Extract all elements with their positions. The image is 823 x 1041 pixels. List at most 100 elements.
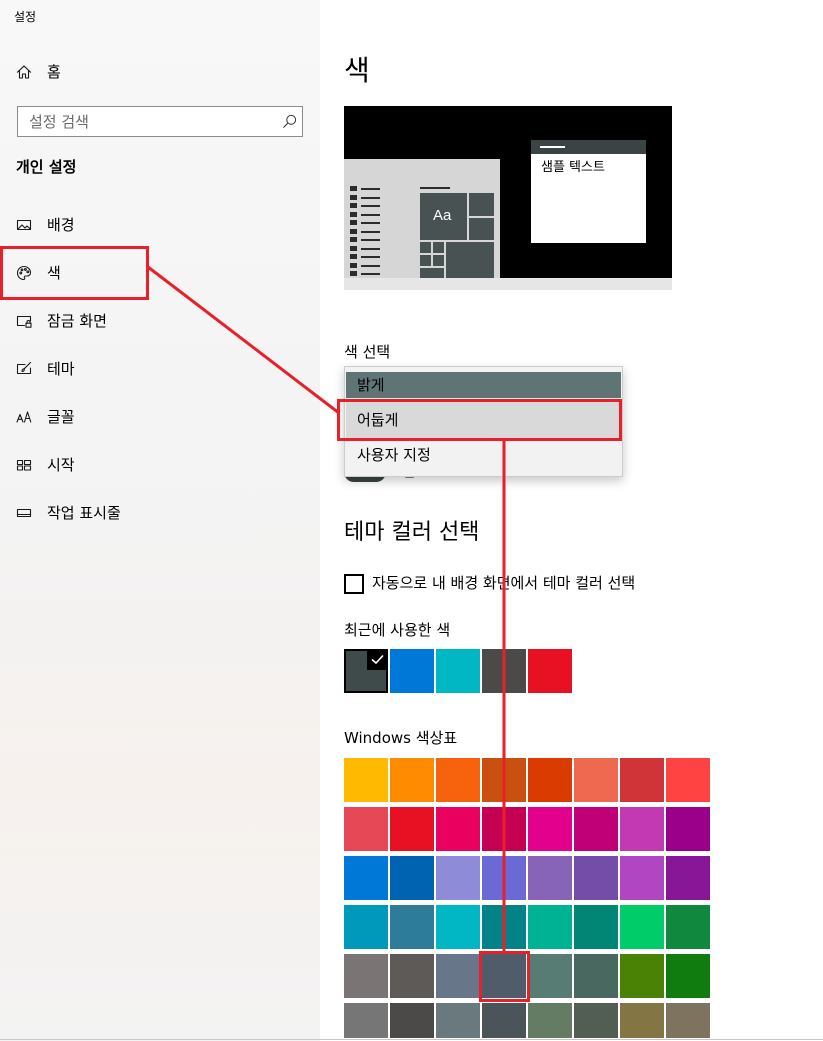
windows-palette-label: Windows 색상표 <box>344 729 458 747</box>
sidebar-item-taskbar[interactable]: 작업 표시줄 <box>0 489 320 537</box>
palette-swatch[interactable] <box>390 856 434 900</box>
sidebar-item-themes[interactable]: 테마 <box>0 345 320 393</box>
section-title: 개인 설정 <box>16 158 77 176</box>
preview-tile-text: Aa <box>433 207 452 224</box>
palette-swatch[interactable] <box>482 807 526 851</box>
search-box[interactable] <box>17 106 303 137</box>
sidebar-item-label: 테마 <box>47 360 75 378</box>
sidebar-item-label: 홈 <box>47 63 61 81</box>
palette-swatch[interactable] <box>344 807 388 851</box>
palette-swatch[interactable] <box>482 856 526 900</box>
palette-swatch[interactable] <box>436 905 480 949</box>
preview-menu-row <box>350 237 382 243</box>
dropdown-option-custom[interactable]: 사용자 지정 <box>346 440 621 472</box>
recent-color-swatch[interactable] <box>482 649 526 693</box>
preview-menu-row <box>350 254 382 260</box>
palette-swatch[interactable] <box>528 758 572 802</box>
sidebar-item-label: 잠금 화면 <box>47 312 107 330</box>
home-icon <box>16 64 32 80</box>
sidebar-item-background[interactable]: 배경 <box>0 201 320 249</box>
color-preview: Aa 샘플 텍스트 <box>344 106 672 290</box>
auto-accent-checkbox[interactable] <box>344 574 364 594</box>
palette-swatch[interactable] <box>390 1003 434 1038</box>
dropdown-option-light[interactable]: 밝게 <box>346 372 621 398</box>
palette-swatch[interactable] <box>574 905 618 949</box>
preview-menu-row <box>350 203 382 209</box>
preview-menu-row <box>350 194 382 201</box>
preview-tile <box>420 268 444 278</box>
palette-swatch[interactable] <box>482 954 526 998</box>
palette-swatch[interactable] <box>436 1003 480 1038</box>
palette-swatch[interactable] <box>482 1003 526 1038</box>
preview-tile <box>433 242 444 253</box>
palette-swatch[interactable] <box>436 758 480 802</box>
palette-swatch[interactable] <box>620 1003 664 1038</box>
preview-tile <box>420 242 431 253</box>
palette-icon <box>16 265 32 281</box>
palette-swatch[interactable] <box>482 905 526 949</box>
sidebar-item-lock-screen[interactable]: 잠금 화면 <box>0 297 320 345</box>
auto-accent-label[interactable]: 자동으로 내 배경 화면에서 테마 컬러 선택 <box>372 573 635 593</box>
search-input[interactable] <box>18 107 268 136</box>
palette-swatch[interactable] <box>620 807 664 851</box>
preview-menu-row <box>350 245 382 252</box>
palette-swatch[interactable] <box>390 758 434 802</box>
sidebar: 설정 홈 개인 설정 배경 색 잠금 화면 테마 <box>0 0 320 1041</box>
palette-swatch[interactable] <box>666 856 710 900</box>
palette-swatch[interactable] <box>528 1003 572 1038</box>
recent-color-swatch[interactable] <box>528 649 572 693</box>
sidebar-item-start[interactable]: 시작 <box>0 441 320 489</box>
palette-swatch[interactable] <box>344 905 388 949</box>
sidebar-item-color[interactable]: 색 <box>0 249 320 297</box>
palette-swatch[interactable] <box>390 905 434 949</box>
preview-menu-row <box>350 211 382 218</box>
recent-color-swatch[interactable] <box>390 649 434 693</box>
choose-color-dropdown-menu: 밝게 어둡게 사용자 지정 <box>344 366 623 477</box>
palette-swatch[interactable] <box>620 856 664 900</box>
palette-swatch[interactable] <box>666 954 710 998</box>
preview-menu-row <box>350 186 382 192</box>
palette-swatch[interactable] <box>666 807 710 851</box>
sidebar-item-label: 작업 표시줄 <box>47 504 121 522</box>
accent-color-title: 테마 컬러 선택 <box>344 520 480 545</box>
palette-swatch[interactable] <box>620 905 664 949</box>
palette-swatch[interactable] <box>528 856 572 900</box>
palette-swatch[interactable] <box>390 807 434 851</box>
palette-swatch[interactable] <box>574 807 618 851</box>
palette-swatch[interactable] <box>528 807 572 851</box>
palette-swatch[interactable] <box>574 954 618 998</box>
palette-swatch[interactable] <box>436 954 480 998</box>
recent-color-swatch-selected[interactable] <box>344 649 388 693</box>
palette-swatch[interactable] <box>344 954 388 998</box>
palette-swatch[interactable] <box>528 905 572 949</box>
search-icon[interactable] <box>282 114 297 129</box>
sidebar-item-fonts[interactable]: 글꼴 <box>0 393 320 441</box>
palette-swatch[interactable] <box>436 807 480 851</box>
dropdown-option-dark[interactable]: 어둡게 <box>346 401 621 439</box>
sidebar-item-home[interactable]: 홈 <box>0 48 320 96</box>
palette-swatch[interactable] <box>574 856 618 900</box>
preview-window: 샘플 텍스트 <box>531 140 646 243</box>
recent-color-swatch[interactable] <box>436 649 480 693</box>
palette-swatch[interactable] <box>666 1003 710 1038</box>
palette-swatch[interactable] <box>436 856 480 900</box>
palette-swatch[interactable] <box>574 1003 618 1038</box>
sidebar-item-label: 시작 <box>47 456 75 474</box>
checkmark-icon <box>367 649 388 670</box>
palette-swatch[interactable] <box>344 758 388 802</box>
palette-swatch[interactable] <box>344 856 388 900</box>
page-title: 색 <box>344 54 370 87</box>
palette-swatch[interactable] <box>620 758 664 802</box>
lock-screen-icon <box>16 313 32 329</box>
palette-swatch[interactable] <box>528 954 572 998</box>
palette-swatch[interactable] <box>482 758 526 802</box>
palette-swatch[interactable] <box>666 905 710 949</box>
preview-tile <box>469 218 494 240</box>
preview-tiles: Aa <box>420 193 494 278</box>
palette-swatch[interactable] <box>390 954 434 998</box>
palette-swatch[interactable] <box>620 954 664 998</box>
palette-swatch[interactable] <box>344 1003 388 1038</box>
palette-swatch[interactable] <box>574 758 618 802</box>
palette-swatch[interactable] <box>666 758 710 802</box>
taskbar-icon <box>16 505 32 521</box>
